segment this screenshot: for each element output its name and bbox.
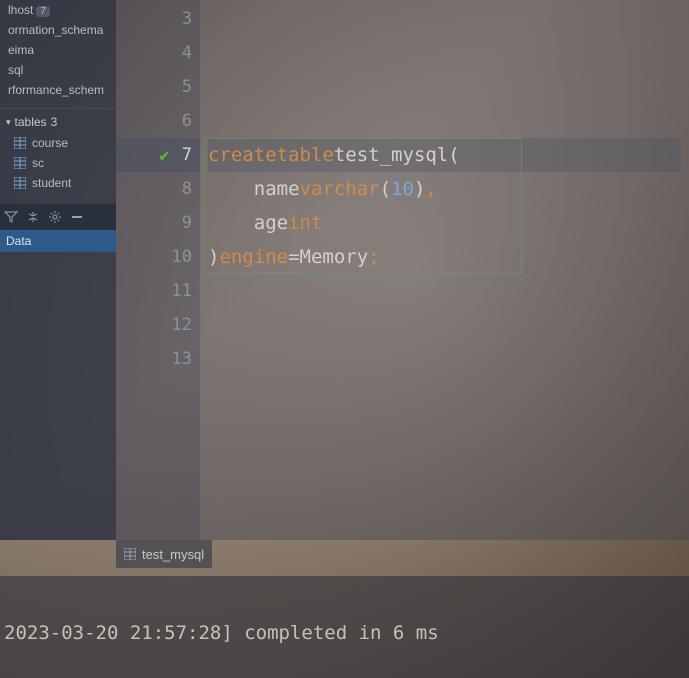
line-number: 11 [116, 274, 200, 308]
result-tab-bar: test_mysql [116, 540, 212, 568]
minus-icon[interactable] [70, 210, 84, 224]
check-icon: ✔ [159, 145, 170, 166]
line-number: 8 [116, 172, 200, 206]
collapse-icon[interactable] [26, 210, 40, 224]
line-number: 6 [116, 104, 200, 138]
database-item[interactable]: ormation_schema [4, 20, 112, 40]
code-content[interactable]: create table test_mysql( name varchar(10… [200, 0, 689, 540]
table-item[interactable]: student [0, 173, 116, 193]
sidebar-toolbar [0, 203, 116, 230]
tables-section-header[interactable]: ▾ tables 3 [0, 108, 116, 133]
table-item[interactable]: course [0, 133, 116, 153]
code-editor[interactable]: 3 4 5 6 ✔ 7 8 9 10 11 12 13 create table… [116, 0, 689, 540]
database-sidebar: lhost7 ormation_schema eima sql rformanc… [0, 0, 116, 540]
line-number: 12 [116, 308, 200, 342]
editor-gutter: 3 4 5 6 ✔ 7 8 9 10 11 12 13 [116, 0, 200, 540]
gear-icon[interactable] [48, 210, 62, 224]
database-item[interactable]: eima [4, 40, 112, 60]
database-item[interactable]: lhost7 [4, 0, 112, 20]
line-number: 13 [116, 342, 200, 376]
table-icon [124, 548, 136, 560]
console-line: 2023-03-20 21:57:28] completed in 6 ms [4, 616, 685, 650]
line-number: 4 [116, 36, 200, 70]
result-tab[interactable]: test_mysql [142, 547, 204, 562]
table-icon [14, 177, 26, 189]
line-number: ✔ 7 [116, 138, 200, 172]
sidebar-selected-item[interactable]: Data [0, 230, 116, 252]
table-icon [14, 157, 26, 169]
line-number: 5 [116, 70, 200, 104]
database-list: lhost7 ormation_schema eima sql rformanc… [0, 0, 116, 100]
chevron-down-icon: ▾ [6, 117, 11, 128]
database-item[interactable]: rformance_schem [4, 80, 112, 100]
console-output[interactable]: 2023-03-20 21:57:28] completed in 6 ms >… [0, 576, 689, 678]
table-item[interactable]: sc [0, 153, 116, 173]
database-item[interactable]: sql [4, 60, 112, 80]
tables-list: course sc student [0, 133, 116, 193]
line-number: 10 [116, 240, 200, 274]
line-number: 3 [116, 2, 200, 36]
table-icon [14, 137, 26, 149]
filter-icon[interactable] [4, 210, 18, 224]
line-number: 9 [116, 206, 200, 240]
